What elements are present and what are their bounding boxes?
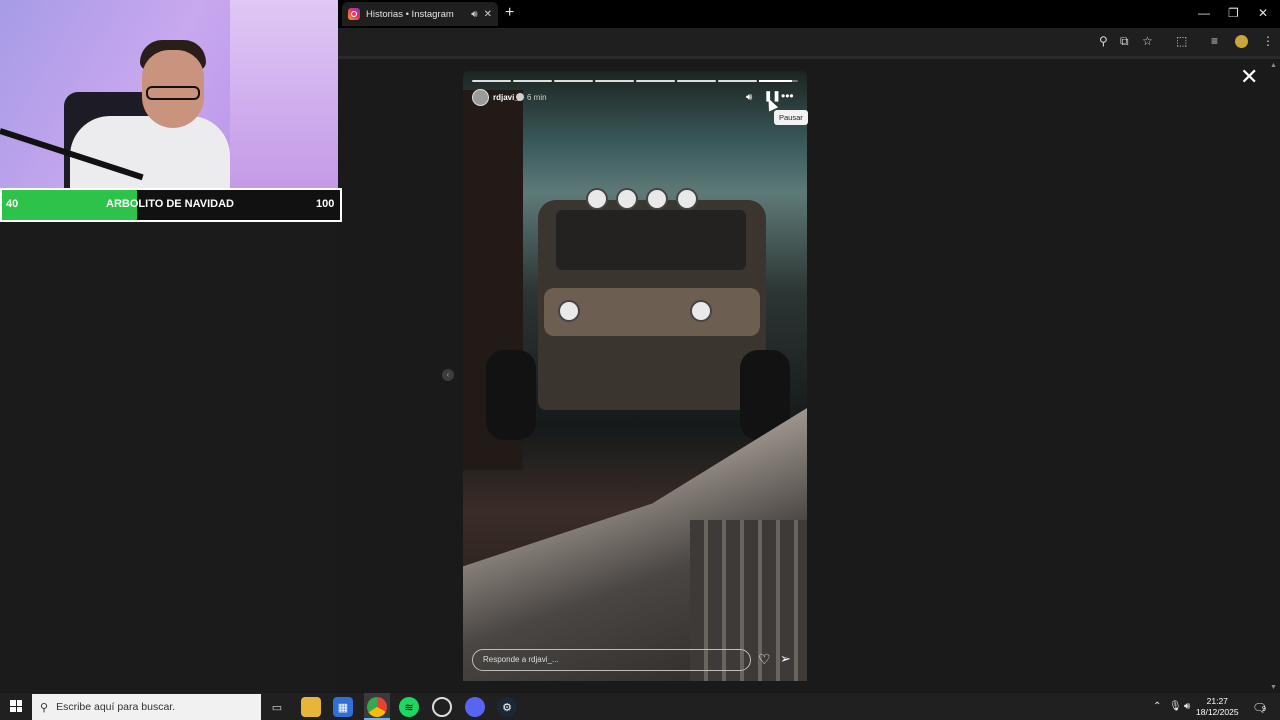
discord-icon[interactable] (465, 697, 485, 717)
profile-icon[interactable] (1235, 35, 1248, 48)
tab-instagram-stories[interactable]: Historias • Instagram 🔊︎ ✕ (342, 2, 498, 26)
tab-title: Historias • Instagram (366, 8, 454, 20)
story-progress-segment (472, 80, 511, 82)
goal-label: ARBOLITO DE NAVIDAD (106, 198, 234, 210)
heart-icon[interactable]: ♡ (758, 652, 771, 666)
webcam-person-body (70, 116, 230, 188)
story-progress-segment (759, 80, 798, 82)
search-placeholder: Escribe aquí para buscar. (56, 701, 176, 713)
story-progress-segment (718, 80, 757, 82)
steam-icon[interactable]: ⚙ (497, 697, 517, 717)
chrome-icon[interactable] (367, 697, 387, 717)
story-progress-segment (595, 80, 634, 82)
story-scene-jeep-roof (556, 210, 746, 270)
close-window-icon[interactable]: ✕ (1258, 6, 1268, 20)
webcam-background (230, 0, 338, 188)
close-icon[interactable]: ✕ (484, 9, 492, 20)
browser-toolbar (338, 28, 1280, 56)
clock-date: 18/12/2025 (1196, 707, 1239, 717)
volume-tray-icon[interactable]: 🔊︎ (1184, 701, 1190, 712)
verified-icon (516, 93, 524, 101)
goal-current: 40 (6, 198, 19, 210)
story-scene-lamp (616, 188, 638, 210)
story-scene-lamp (676, 188, 698, 210)
story-progress-segment (554, 80, 593, 82)
story-scene-headlight (558, 300, 580, 322)
task-view-icon[interactable]: ▭ (267, 697, 287, 717)
avatar[interactable] (472, 89, 489, 106)
story-scene-headlight (690, 300, 712, 322)
taskbar-search[interactable]: ⚲ Escribe aquí para buscar. (32, 694, 261, 720)
story-progress-segment (636, 80, 675, 82)
instagram-icon (348, 8, 360, 20)
minimize-icon[interactable]: — (1198, 6, 1210, 20)
store-icon[interactable]: ▦ (333, 697, 353, 717)
new-tab-button[interactable]: + (505, 5, 514, 21)
zoom-icon[interactable]: ⚲ (1099, 34, 1108, 48)
search-icon: ⚲ (40, 701, 49, 714)
tray-expand-icon[interactable]: ⌃ (1153, 701, 1161, 712)
story-scene-wheel (486, 350, 536, 440)
app-icon[interactable] (432, 697, 452, 717)
story-scene-lamp (586, 188, 608, 210)
media-controls-icon[interactable]: ≡ (1211, 34, 1218, 48)
story-time: 6 min (527, 93, 547, 102)
windows-start-icon[interactable] (10, 700, 22, 712)
send-icon[interactable]: ➢ (780, 652, 791, 666)
clock[interactable]: 21:27 18/12/2025 (1196, 696, 1239, 718)
more-icon[interactable]: ••• (781, 89, 794, 103)
restore-icon[interactable]: ❐ (1228, 6, 1239, 20)
extensions-icon[interactable]: ⬚ (1176, 34, 1187, 48)
story-progress-segment (513, 80, 552, 82)
story-progress-fill (759, 80, 793, 82)
install-app-icon[interactable]: ⧉ (1120, 34, 1129, 49)
reply-input[interactable]: Responde a rdjavi_... (472, 649, 751, 671)
pause-tooltip: Pausar (774, 110, 808, 125)
clock-time: 21:27 (1206, 696, 1228, 706)
file-explorer-icon[interactable] (301, 697, 321, 717)
scroll-down-icon[interactable]: ▼ (1270, 684, 1277, 691)
close-icon[interactable]: ✕ (1240, 66, 1258, 88)
bookmark-star-icon[interactable]: ☆ (1142, 34, 1153, 48)
volume-icon[interactable]: 🔊︎ (746, 92, 752, 103)
story-progress-segment (677, 80, 716, 82)
microphone-icon[interactable]: 🎙︎ (1169, 701, 1182, 712)
webcam-glasses (146, 86, 200, 100)
goal-target: 100 (316, 198, 335, 210)
speaker-icon[interactable]: 🔊︎ (471, 9, 477, 20)
notification-count: 9 (1262, 706, 1266, 713)
menu-icon[interactable]: ⋮ (1262, 34, 1274, 48)
story-scene-lamp (646, 188, 668, 210)
chevron-left-icon[interactable]: ‹ (442, 369, 454, 381)
story-username[interactable]: rdjavi_ (493, 93, 519, 102)
spotify-icon[interactable]: ≋ (399, 697, 419, 717)
scroll-up-icon[interactable]: ▲ (1270, 62, 1277, 69)
